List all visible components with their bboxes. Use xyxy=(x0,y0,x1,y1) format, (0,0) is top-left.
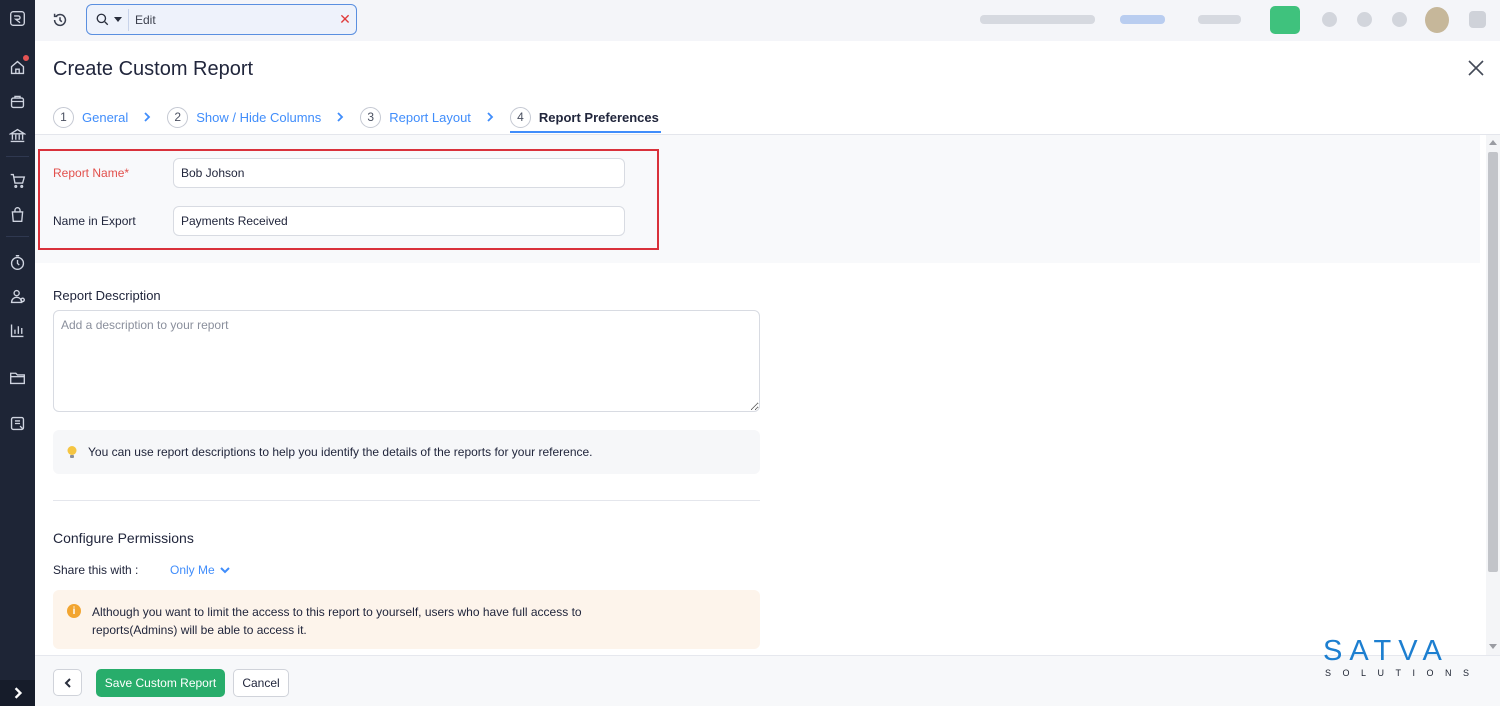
report-name-field[interactable] xyxy=(173,158,625,188)
step-number: 4 xyxy=(509,106,531,128)
page-title: Create Custom Report xyxy=(53,58,254,80)
org-name-blurred[interactable] xyxy=(980,15,1095,24)
description-tip: You can use report descriptions to help … xyxy=(53,430,760,474)
app-logo-icon[interactable] xyxy=(8,9,27,28)
referral-icon[interactable] xyxy=(1322,12,1337,27)
recent-history-icon[interactable] xyxy=(51,11,69,29)
step-general[interactable]: 1 General xyxy=(53,106,128,128)
top-bar: ✕ xyxy=(35,0,1500,41)
items-icon[interactable] xyxy=(8,92,27,111)
section-divider xyxy=(53,500,760,501)
step-label: Report Preferences xyxy=(538,109,659,125)
lightbulb-icon xyxy=(65,444,79,460)
close-icon[interactable] xyxy=(1466,58,1486,78)
clear-search-icon[interactable]: ✕ xyxy=(334,5,356,34)
warning-text: Although you want to limit the access to… xyxy=(92,605,582,637)
avatar[interactable] xyxy=(1425,7,1449,33)
step-report-preferences[interactable]: 4 Report Preferences xyxy=(509,106,661,133)
step-label: General xyxy=(82,109,129,125)
chevron-down-icon xyxy=(219,567,230,574)
brand-watermark-logo: SATVA SOLUTIONS xyxy=(1323,637,1473,681)
step-label: Report Layout xyxy=(389,109,471,125)
search-scope-dropdown[interactable] xyxy=(87,5,128,34)
wizard-stepper: 1 General 2 Show / Hide Columns 3 Report… xyxy=(53,106,661,134)
report-name-label: Report Name* xyxy=(53,166,130,180)
share-with-dropdown[interactable]: Only Me xyxy=(170,563,230,577)
time-tracking-icon[interactable] xyxy=(8,253,27,272)
notification-badge xyxy=(22,54,30,62)
org-switcher-blurred[interactable] xyxy=(1198,15,1241,24)
logo-sub-text: SOLUTIONS xyxy=(1325,668,1481,678)
chevron-right-icon xyxy=(336,106,346,128)
chevron-right-icon xyxy=(143,106,153,128)
permissions-heading: Configure Permissions xyxy=(53,530,194,546)
back-button[interactable] xyxy=(53,669,82,696)
export-name-label: Name in Export xyxy=(53,214,136,228)
scroll-down-arrow-icon[interactable] xyxy=(1489,644,1497,649)
step-show-hide-columns[interactable]: 2 Show / Hide Columns xyxy=(167,106,321,128)
left-sidebar xyxy=(0,0,35,706)
integrations-icon[interactable] xyxy=(8,414,27,433)
home-icon[interactable] xyxy=(8,54,30,77)
share-label: Share this with : xyxy=(53,563,139,577)
chevron-right-icon xyxy=(486,106,496,128)
step-report-layout[interactable]: 3 Report Layout xyxy=(360,106,471,128)
chevron-right-icon xyxy=(14,687,22,699)
banking-icon[interactable] xyxy=(8,126,27,145)
quick-create-button[interactable] xyxy=(1270,6,1300,34)
sidebar-divider xyxy=(6,236,29,237)
caret-down-icon xyxy=(114,17,122,22)
export-name-field[interactable] xyxy=(173,206,625,236)
search-input[interactable] xyxy=(129,5,334,34)
scrollbar-thumb[interactable] xyxy=(1488,152,1498,572)
info-icon: i xyxy=(67,604,81,618)
notifications-icon[interactable] xyxy=(1357,12,1372,27)
sidebar-divider xyxy=(6,156,29,157)
chevron-left-icon xyxy=(64,677,71,688)
settings-gear-icon[interactable] xyxy=(1392,12,1407,27)
share-value: Only Me xyxy=(170,563,215,577)
sidebar-expand-button[interactable] xyxy=(0,680,35,706)
app-grid-icon[interactable] xyxy=(1469,11,1486,28)
save-custom-report-button[interactable]: Save Custom Report xyxy=(96,669,225,697)
search-icon xyxy=(96,13,109,26)
step-number: 3 xyxy=(360,106,382,128)
upgrade-link-blurred[interactable] xyxy=(1120,15,1165,24)
step-label: Show / Hide Columns xyxy=(196,109,322,125)
scroll-up-arrow-icon[interactable] xyxy=(1489,140,1497,145)
sales-cart-icon[interactable] xyxy=(8,171,27,190)
description-heading: Report Description xyxy=(53,288,161,303)
accountant-icon[interactable] xyxy=(8,287,27,306)
documents-folder-icon[interactable] xyxy=(8,368,27,387)
logo-brand-text: SATVA xyxy=(1323,635,1449,667)
tip-text: You can use report descriptions to help … xyxy=(88,445,593,459)
purchases-bag-icon[interactable] xyxy=(8,205,27,224)
step-number: 2 xyxy=(167,106,189,128)
cancel-button[interactable]: Cancel xyxy=(233,669,289,697)
description-textarea[interactable] xyxy=(53,310,760,412)
step-number: 1 xyxy=(53,106,74,128)
reports-chart-icon[interactable] xyxy=(8,321,27,340)
permission-warning: i Although you want to limit the access … xyxy=(53,590,760,649)
global-search: ✕ xyxy=(86,4,357,35)
